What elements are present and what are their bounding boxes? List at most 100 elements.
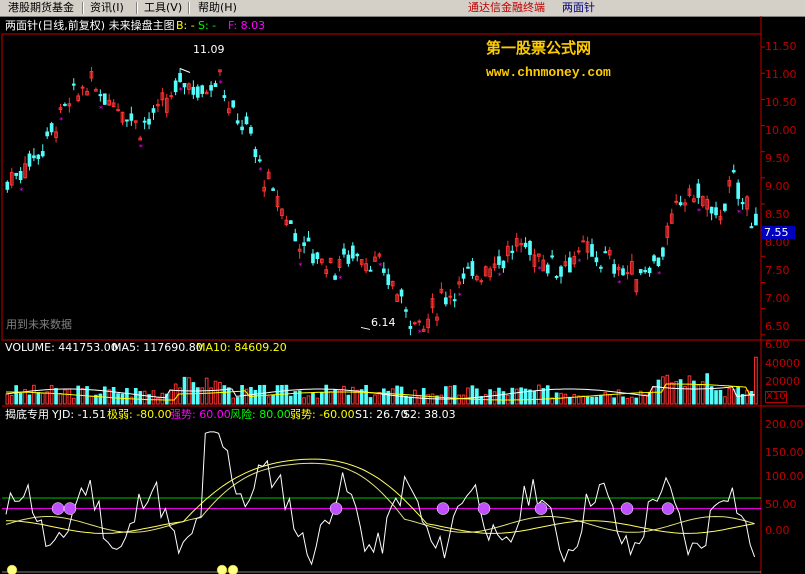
- stock-name-label: 两面针: [562, 1, 595, 14]
- menu-item-tools[interactable]: 工具(V): [144, 1, 182, 15]
- volume-bar: [585, 396, 590, 405]
- candle-body: [14, 172, 19, 176]
- volume-bar: [350, 386, 355, 405]
- candle-body: [594, 257, 599, 263]
- candle-body: [98, 94, 103, 97]
- candle-body: [271, 188, 275, 191]
- candle-body: [656, 257, 661, 266]
- candle-body: [191, 86, 196, 95]
- volume-bar: [364, 384, 368, 405]
- chart-area[interactable]: * * * * * * * * * * * * * * * * * * *: [0, 16, 805, 574]
- face-marker-icon: [534, 502, 548, 515]
- candle-body: [342, 248, 346, 255]
- candle-body: [288, 220, 293, 224]
- menu-separator: [188, 2, 190, 14]
- buy-signal-value: B: -: [176, 19, 195, 32]
- signal-marker: *: [538, 265, 542, 274]
- candle-body: [461, 273, 466, 279]
- menu-item-hk-futures[interactable]: 港股期货基金: [8, 1, 74, 15]
- volume-bar: [678, 379, 683, 405]
- indicator-fengxian: 风险: 80.00: [230, 408, 291, 421]
- candle-body: [40, 151, 45, 157]
- candle-body: [408, 326, 413, 329]
- candle-body: [740, 202, 745, 205]
- signal-marker: *: [617, 279, 621, 288]
- indicator-axis-tick: 0.00: [765, 524, 790, 537]
- volume-bar: [200, 387, 205, 405]
- menu-item-help[interactable]: 帮助(H): [198, 1, 237, 15]
- candle-body: [142, 120, 147, 123]
- app-brand-title: 通达信金融终端: [468, 1, 545, 14]
- volume-bar: [590, 396, 594, 405]
- volume-bar: [5, 393, 10, 405]
- volume-bar: [231, 397, 236, 405]
- candle-body: [195, 86, 200, 98]
- signal-marker: *: [498, 272, 502, 281]
- candle-body: [749, 226, 754, 229]
- volume-bar: [581, 395, 585, 405]
- volume-bar: [80, 387, 85, 405]
- face-marker-icon: [620, 502, 634, 515]
- candle-body: [754, 213, 758, 226]
- volume-bar: [563, 393, 568, 405]
- main-panel-title: 两面针(日线,前复权) 未来操盘主图: [5, 19, 175, 32]
- candle-body: [32, 155, 36, 159]
- candle-body: [603, 251, 608, 254]
- signal-marker: *: [737, 209, 741, 218]
- candle-body: [27, 153, 32, 167]
- volume-bar: [302, 397, 306, 405]
- signal-marker: *: [219, 79, 223, 88]
- volume-bar: [461, 394, 466, 405]
- f-value: F: 8.03: [228, 19, 266, 32]
- volume-bar: [621, 396, 625, 405]
- indicator-s1-line: [5, 458, 755, 534]
- menu-item-news[interactable]: 资讯(I): [90, 1, 124, 15]
- candle-body: [497, 256, 501, 265]
- high-price-label: 11.09: [193, 43, 225, 56]
- candle-body: [382, 268, 386, 273]
- candle-body: [240, 126, 244, 131]
- indicator-axis-tick: 100.00: [765, 470, 804, 483]
- volume-bar: [665, 374, 670, 405]
- volume-bar: [195, 387, 200, 405]
- volume-bar: [674, 381, 678, 405]
- smile-marker-icon: [6, 564, 18, 574]
- volume-bar: [120, 393, 125, 405]
- candle-body: [169, 95, 174, 98]
- candle-body: [696, 183, 701, 198]
- price-axis-tick: 7.00: [765, 292, 790, 305]
- volume-bar: [71, 397, 76, 405]
- candle-body: [612, 264, 616, 274]
- volume-bar: [173, 383, 178, 405]
- candle-body: [661, 247, 665, 257]
- candle-body: [302, 242, 306, 246]
- smile-marker-icon: [216, 564, 228, 574]
- volume-bar: [514, 388, 519, 405]
- volume-bar: [235, 397, 240, 405]
- face-marker-icon: [477, 502, 491, 515]
- volume-bar: [328, 391, 333, 405]
- volume-axis-tick: 40000: [765, 357, 800, 370]
- volume-bar: [510, 387, 515, 405]
- volume-bar: [497, 387, 501, 405]
- volume-bar: [559, 392, 563, 405]
- candle-body: [244, 116, 249, 125]
- candle-body: [599, 266, 603, 269]
- signal-marker: *: [378, 262, 382, 271]
- candle-body: [638, 269, 643, 274]
- signal-marker: *: [458, 291, 462, 300]
- candle-body: [80, 86, 85, 89]
- volume-bar: [9, 395, 14, 405]
- candle-body: [652, 255, 656, 262]
- volume-bar: [545, 385, 550, 405]
- candle-body: [528, 240, 532, 255]
- volume-bar: [669, 382, 674, 405]
- signal-marker: *: [298, 262, 302, 271]
- candle-body: [306, 237, 311, 242]
- candle-body: [71, 83, 76, 86]
- volume-bar: [625, 397, 630, 405]
- candle-body: [386, 274, 391, 286]
- volume-bar: [373, 394, 377, 405]
- price-axis-tick: 11.50: [765, 40, 797, 53]
- volume-bar: [266, 396, 271, 405]
